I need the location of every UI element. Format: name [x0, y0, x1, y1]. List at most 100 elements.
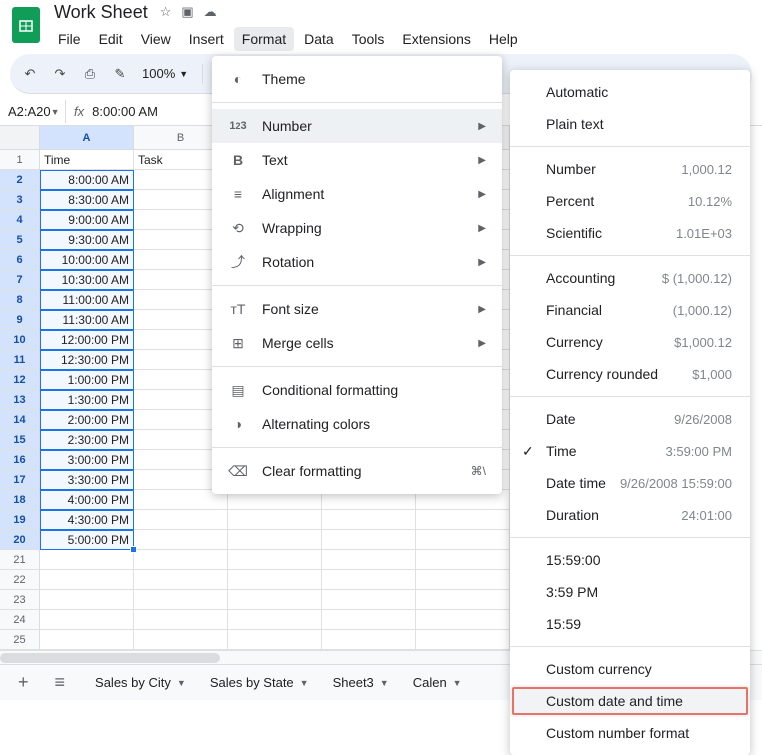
menu-insert[interactable]: Insert — [181, 27, 232, 51]
cell[interactable] — [228, 570, 322, 590]
cell[interactable] — [322, 610, 416, 630]
cell[interactable] — [416, 610, 510, 630]
number-format-financial[interactable]: Financial(1,000.12) — [510, 294, 750, 326]
cell[interactable]: 1:00:00 PM — [40, 370, 134, 390]
zoom-select[interactable]: 100% ▼ — [142, 66, 188, 81]
menu-edit[interactable]: Edit — [91, 27, 131, 51]
row-header[interactable]: 9 — [0, 310, 40, 330]
row-header[interactable]: 3 — [0, 190, 40, 210]
cell[interactable]: 2:00:00 PM — [40, 410, 134, 430]
cell[interactable] — [228, 590, 322, 610]
row-header[interactable]: 25 — [0, 630, 40, 650]
all-sheets-button[interactable]: ≡ — [47, 666, 74, 699]
cell[interactable] — [322, 630, 416, 650]
row-header[interactable]: 19 — [0, 510, 40, 530]
format-menu-font-size[interactable]: тTFont size▶ — [212, 292, 502, 326]
row-header[interactable]: 11 — [0, 350, 40, 370]
format-menu-clear-formatting[interactable]: ⌫Clear formatting⌘\ — [212, 454, 502, 488]
row-header[interactable]: 15 — [0, 430, 40, 450]
cell[interactable]: 8:00:00 AM — [40, 170, 134, 190]
cell[interactable] — [40, 570, 134, 590]
cell[interactable] — [322, 550, 416, 570]
menu-tools[interactable]: Tools — [344, 27, 393, 51]
cell[interactable] — [322, 590, 416, 610]
cell[interactable]: 2:30:00 PM — [40, 430, 134, 450]
format-menu-rotation[interactable]: ⤴Rotation▶ — [212, 245, 502, 279]
cell[interactable]: 3:30:00 PM — [40, 470, 134, 490]
row-header[interactable]: 1 — [0, 150, 40, 170]
selection-handle[interactable] — [130, 546, 137, 553]
sheet-tab[interactable]: Sales by State▼ — [198, 667, 321, 698]
cell[interactable]: 9:00:00 AM — [40, 210, 134, 230]
row-header[interactable]: 23 — [0, 590, 40, 610]
row-header[interactable]: 4 — [0, 210, 40, 230]
number-format-time[interactable]: ✓Time3:59:00 PM — [510, 435, 750, 467]
number-format-15-59[interactable]: 15:59 — [510, 608, 750, 640]
sheets-logo[interactable] — [12, 7, 40, 43]
sheet-tab[interactable]: Calen▼ — [401, 667, 474, 698]
number-format-currency-rounded[interactable]: Currency rounded$1,000 — [510, 358, 750, 390]
row-header[interactable]: 12 — [0, 370, 40, 390]
star-icon[interactable]: ☆ — [160, 4, 172, 20]
cell[interactable] — [40, 550, 134, 570]
cell[interactable] — [134, 510, 228, 530]
sheet-tab[interactable]: Sales by City▼ — [83, 667, 198, 698]
format-menu-number[interactable]: 123Number▶ — [212, 109, 502, 143]
cell[interactable] — [40, 610, 134, 630]
cell[interactable] — [228, 630, 322, 650]
row-header[interactable]: 10 — [0, 330, 40, 350]
number-format-custom-number-format[interactable]: Custom number format — [510, 717, 750, 749]
format-menu-conditional-formatting[interactable]: ▤Conditional formatting — [212, 373, 502, 407]
cell[interactable]: 4:30:00 PM — [40, 510, 134, 530]
cell[interactable]: 4:00:00 PM — [40, 490, 134, 510]
row-header[interactable]: 18 — [0, 490, 40, 510]
row-header[interactable]: 7 — [0, 270, 40, 290]
number-format-15-59-00[interactable]: 15:59:00 — [510, 544, 750, 576]
cell[interactable] — [40, 630, 134, 650]
cell[interactable] — [134, 530, 228, 550]
cell[interactable] — [416, 510, 510, 530]
cell[interactable] — [322, 530, 416, 550]
cell[interactable] — [322, 510, 416, 530]
name-box[interactable]: A2:A20▼ — [0, 100, 66, 123]
cell[interactable]: 11:30:00 AM — [40, 310, 134, 330]
cell[interactable] — [228, 510, 322, 530]
menu-extensions[interactable]: Extensions — [394, 27, 478, 51]
row-header[interactable]: 6 — [0, 250, 40, 270]
format-menu-text[interactable]: BText▶ — [212, 143, 502, 177]
row-header[interactable]: 24 — [0, 610, 40, 630]
format-menu-alternating-colors[interactable]: ◑Alternating colors — [212, 407, 502, 441]
number-format-custom-currency[interactable]: Custom currency — [510, 653, 750, 685]
number-format-scientific[interactable]: Scientific1.01E+03 — [510, 217, 750, 249]
col-header-A[interactable]: A — [40, 126, 134, 150]
number-format-number[interactable]: Number1,000.12 — [510, 153, 750, 185]
sheet-tab[interactable]: Sheet3▼ — [321, 667, 401, 698]
move-icon[interactable]: ▣ — [181, 4, 193, 20]
row-header[interactable]: 2 — [0, 170, 40, 190]
cell[interactable] — [322, 570, 416, 590]
number-format-3-59-pm[interactable]: 3:59 PM — [510, 576, 750, 608]
cell[interactable] — [416, 590, 510, 610]
number-format-duration[interactable]: Duration24:01:00 — [510, 499, 750, 531]
row-header[interactable]: 5 — [0, 230, 40, 250]
row-header[interactable]: 13 — [0, 390, 40, 410]
menu-format[interactable]: Format — [234, 27, 294, 51]
paint-format-icon[interactable]: ✎ — [112, 66, 128, 82]
formula-input[interactable]: 8:00:00 AM — [92, 104, 158, 119]
print-icon[interactable]: ⎙ — [82, 66, 98, 82]
number-format-accounting[interactable]: Accounting$ (1,000.12) — [510, 262, 750, 294]
cell[interactable] — [416, 570, 510, 590]
number-format-automatic[interactable]: Automatic — [510, 76, 750, 108]
cell[interactable]: 10:00:00 AM — [40, 250, 134, 270]
redo-icon[interactable]: ↷ — [52, 66, 68, 82]
number-format-plain-text[interactable]: Plain text — [510, 108, 750, 140]
row-header[interactable]: 17 — [0, 470, 40, 490]
doc-title[interactable]: Work Sheet — [50, 0, 152, 25]
cell[interactable] — [134, 610, 228, 630]
cell[interactable] — [134, 550, 228, 570]
number-format-date[interactable]: Date9/26/2008 — [510, 403, 750, 435]
cell[interactable]: 8:30:00 AM — [40, 190, 134, 210]
number-format-date-time[interactable]: Date time9/26/2008 15:59:00 — [510, 467, 750, 499]
format-menu-merge-cells[interactable]: ⊞Merge cells▶ — [212, 326, 502, 360]
cell[interactable] — [228, 550, 322, 570]
